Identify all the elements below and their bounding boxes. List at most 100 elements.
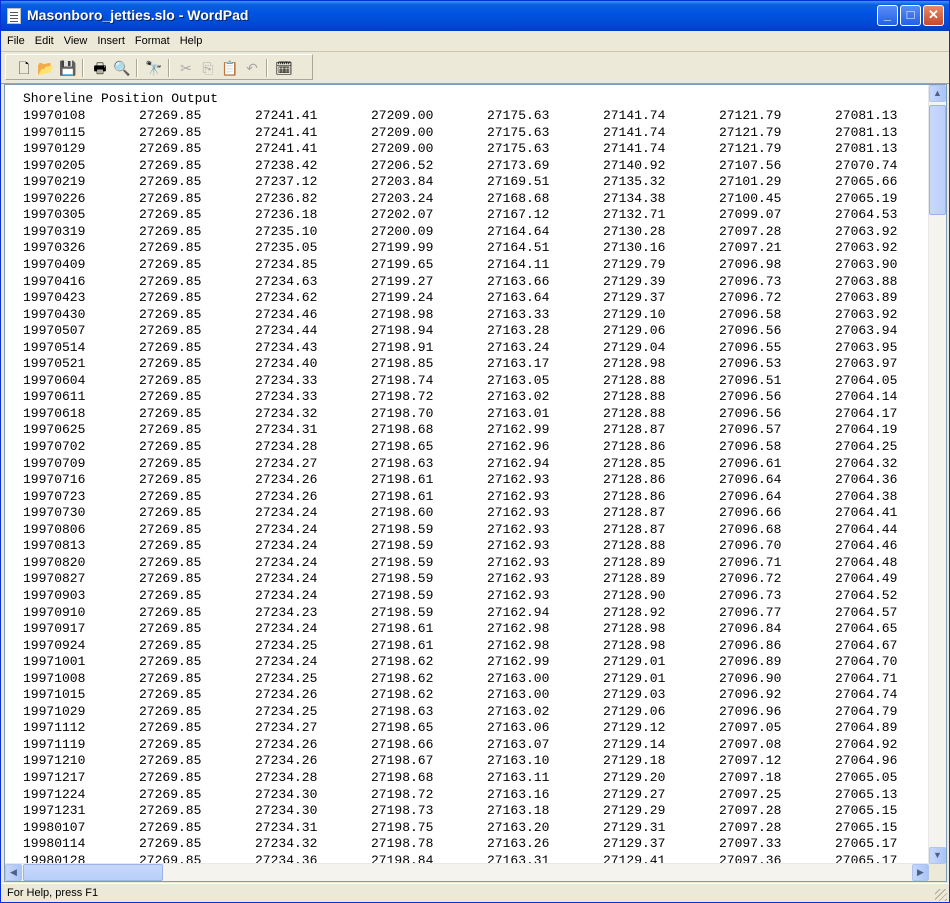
menu-format[interactable]: Format — [129, 32, 174, 47]
row-value: 27269.85 — [139, 736, 202, 752]
scroll-left-button[interactable]: ◀ — [5, 864, 22, 881]
wordpad-window: Masonboro_jetties.slo - WordPad _ □ ✕ Fi… — [0, 0, 950, 903]
row-value: 27163.33 — [487, 306, 550, 322]
row-value: 27121.79 — [719, 108, 782, 123]
row-value: 27063.92 — [835, 223, 898, 239]
row-value: 27121.79 — [719, 124, 782, 140]
row-value: 27065.15 — [835, 819, 898, 835]
document-area[interactable]: Shoreline Position Output 19970108 27269.… — [5, 85, 929, 864]
row-value: 27064.79 — [835, 703, 898, 719]
row-value: 27096.72 — [719, 290, 782, 306]
scroll-right-button[interactable]: ▶ — [912, 864, 929, 881]
row-value: 27096.71 — [719, 554, 782, 570]
vertical-scrollbar[interactable]: ▲ ▼ — [928, 85, 946, 864]
row-value: 27129.31 — [603, 819, 666, 835]
print-preview-icon[interactable]: 🔍 — [112, 58, 132, 78]
row-value: 27162.93 — [487, 521, 550, 537]
row-date: 19980114 — [23, 836, 86, 852]
row-date: 19971210 — [23, 753, 86, 769]
row-value: 27269.85 — [139, 670, 202, 686]
row-value: 27064.96 — [835, 753, 898, 769]
maximize-button[interactable]: □ — [900, 5, 921, 26]
row-value: 27269.85 — [139, 587, 202, 603]
row-value: 27234.24 — [255, 538, 318, 554]
row-value: 27128.89 — [603, 554, 666, 570]
row-value: 27163.26 — [487, 836, 550, 852]
row-date: 19971119 — [23, 736, 86, 752]
row-value: 27269.85 — [139, 290, 202, 306]
open-icon[interactable]: 📂 — [36, 58, 56, 78]
row-value: 27064.17 — [835, 405, 898, 421]
row-value: 27269.85 — [139, 753, 202, 769]
row-date: 19970409 — [23, 256, 86, 272]
row-value: 27234.30 — [255, 803, 318, 819]
row-date: 19971224 — [23, 786, 86, 802]
row-value: 27203.84 — [371, 174, 434, 190]
row-date: 19970910 — [23, 604, 86, 620]
title-bar[interactable]: Masonboro_jetties.slo - WordPad _ □ ✕ — [1, 1, 949, 31]
row-value: 27134.38 — [603, 190, 666, 206]
row-value: 27235.10 — [255, 223, 318, 239]
save-icon[interactable]: 💾 — [58, 58, 78, 78]
menu-help[interactable]: Help — [174, 32, 207, 47]
minimize-button[interactable]: _ — [877, 5, 898, 26]
close-button[interactable]: ✕ — [923, 5, 944, 26]
row-date: 19970521 — [23, 356, 86, 372]
row-value: 27130.16 — [603, 240, 666, 256]
row-value: 27163.17 — [487, 356, 550, 372]
menu-view[interactable]: View — [58, 32, 92, 47]
paste-icon[interactable]: 📋 — [220, 58, 240, 78]
row-date: 19970716 — [23, 472, 86, 488]
vertical-scroll-thumb[interactable] — [929, 105, 946, 215]
row-value: 27096.64 — [719, 472, 782, 488]
row-value: 27128.87 — [603, 521, 666, 537]
row-value: 27128.98 — [603, 621, 666, 637]
row-date: 19971231 — [23, 803, 86, 819]
row-value: 27269.85 — [139, 505, 202, 521]
row-value: 27198.74 — [371, 372, 434, 388]
row-date: 19970924 — [23, 637, 86, 653]
row-value: 27130.28 — [603, 223, 666, 239]
horizontal-scroll-thumb[interactable] — [23, 864, 163, 881]
wordpad-document-icon[interactable] — [7, 8, 21, 24]
row-date: 19971029 — [23, 703, 86, 719]
row-value: 27269.85 — [139, 819, 202, 835]
row-value: 27198.68 — [371, 422, 434, 438]
row-value: 27121.79 — [719, 141, 782, 157]
row-value: 27269.85 — [139, 372, 202, 388]
menu-edit[interactable]: Edit — [29, 32, 58, 47]
row-value: 27269.85 — [139, 389, 202, 405]
horizontal-scrollbar[interactable]: ◀ ▶ — [5, 863, 929, 881]
row-value: 27234.25 — [255, 670, 318, 686]
status-text: For Help, press F1 — [7, 887, 99, 899]
row-value: 27198.59 — [371, 554, 434, 570]
resize-grip-icon[interactable] — [935, 889, 947, 901]
row-value: 27269.85 — [139, 141, 202, 157]
row-value: 27100.45 — [719, 190, 782, 206]
copy-icon[interactable]: ⎘ — [198, 58, 218, 78]
find-icon[interactable]: 🔭 — [144, 58, 164, 78]
row-value: 27238.42 — [255, 157, 318, 173]
row-value: 27269.85 — [139, 554, 202, 570]
row-value: 27269.85 — [139, 223, 202, 239]
scroll-up-button[interactable]: ▲ — [929, 85, 946, 102]
menu-insert[interactable]: Insert — [91, 32, 129, 47]
row-value: 27129.27 — [603, 786, 666, 802]
new-icon[interactable]: 🗋 — [14, 58, 34, 78]
scroll-down-button[interactable]: ▼ — [929, 847, 946, 864]
row-value: 27269.85 — [139, 439, 202, 454]
print-icon[interactable]: 🖶 — [90, 58, 110, 78]
row-value: 27163.01 — [487, 405, 550, 421]
cut-icon[interactable]: ✂ — [176, 58, 196, 78]
row-value: 27063.92 — [835, 240, 898, 256]
row-value: 27234.24 — [255, 654, 318, 670]
insert-datetime-icon[interactable]: 🗓 — [274, 58, 294, 78]
row-value: 27162.93 — [487, 587, 550, 603]
row-value: 27096.77 — [719, 604, 782, 620]
row-value: 27164.51 — [487, 240, 550, 256]
row-value: 27163.18 — [487, 803, 550, 819]
menu-file[interactable]: File — [1, 32, 29, 47]
undo-icon[interactable]: ↶ — [242, 58, 262, 78]
row-value: 27234.24 — [255, 521, 318, 537]
row-value: 27198.66 — [371, 736, 434, 752]
